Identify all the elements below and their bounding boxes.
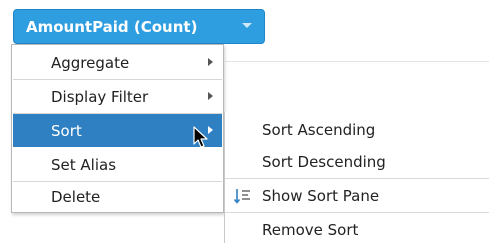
- menu-item-label: Delete: [51, 187, 101, 206]
- menu-item-display-filter[interactable]: Display Filter: [13, 80, 222, 113]
- submenu-item-sort-descending[interactable]: Sort Descending: [225, 145, 489, 178]
- field-pill-label: AmountPaid (Count): [26, 17, 198, 36]
- sort-submenu: Sort Ascending Sort Descending Show Sort…: [224, 112, 489, 243]
- menu-item-sort[interactable]: Sort: [13, 114, 222, 147]
- submenu-item-label: Sort Ascending: [262, 120, 376, 139]
- menu-item-label: Sort: [51, 121, 82, 140]
- mouse-pointer-icon: [193, 126, 208, 148]
- menu-item-aggregate[interactable]: Aggregate: [13, 46, 222, 79]
- divider-line: [225, 61, 489, 62]
- submenu-item-sort-ascending[interactable]: Sort Ascending: [225, 113, 489, 146]
- chevron-right-icon: [208, 58, 213, 66]
- menu-item-set-alias[interactable]: Set Alias: [13, 148, 222, 181]
- submenu-item-label: Sort Descending: [262, 152, 386, 171]
- field-pill-amountpaid[interactable]: AmountPaid (Count): [13, 9, 265, 44]
- screen: AmountPaid (Count) Aggregate Display Fil…: [0, 0, 489, 243]
- submenu-item-label: Remove Sort: [262, 220, 359, 239]
- submenu-item-remove-sort[interactable]: Remove Sort: [225, 213, 489, 243]
- menu-item-label: Set Alias: [51, 155, 117, 174]
- sort-pane-icon: [233, 189, 250, 204]
- menu-item-label: Display Filter: [51, 87, 149, 106]
- submenu-item-label: Show Sort Pane: [262, 186, 380, 205]
- submenu-item-show-sort-pane[interactable]: Show Sort Pane: [225, 179, 489, 212]
- chevron-down-icon[interactable]: [242, 23, 252, 28]
- menu-item-label: Aggregate: [51, 53, 130, 72]
- menu-item-delete[interactable]: Delete: [13, 180, 222, 213]
- chevron-right-icon: [208, 92, 213, 100]
